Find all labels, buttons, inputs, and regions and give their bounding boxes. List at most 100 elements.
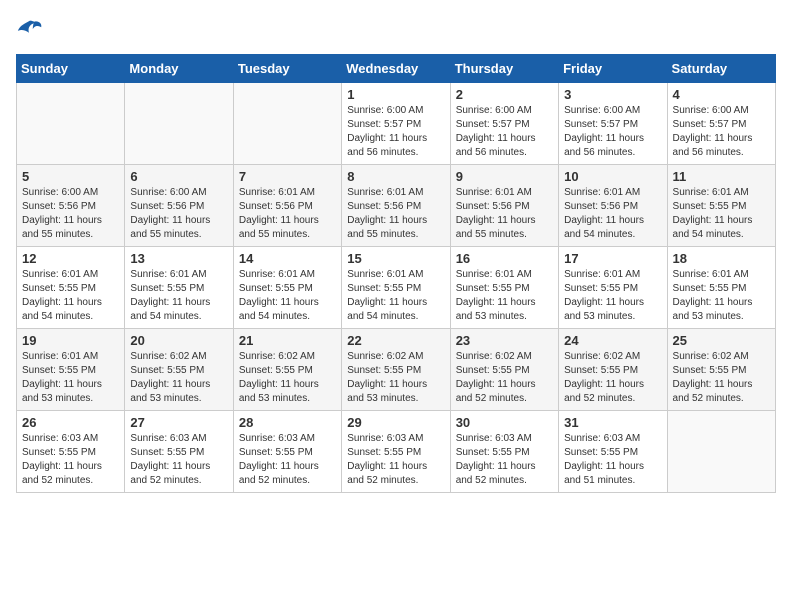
calendar-cell: 19 Sunrise: 6:01 AM Sunset: 5:55 PM Dayli…	[17, 329, 125, 411]
day-info: Sunrise: 6:03 AM Sunset: 5:55 PM Dayligh…	[564, 432, 661, 488]
calendar-cell: 9Sunrise: 6:01 AM Sunset: 5:56 PM Daylig…	[450, 165, 558, 247]
calendar-cell: 27 Sunrise: 6:03 AM Sunset: 5:55 PM Dayli…	[125, 411, 233, 493]
day-info: Sunrise: 6:02 AM Sunset: 5:55 PM Dayligh…	[130, 350, 227, 406]
day-number: 28	[239, 415, 336, 430]
calendar-cell: 28Sunrise: 6:03 AM Sunset: 5:55 PM Dayli…	[233, 411, 341, 493]
weekday-header-row: SundayMondayTuesdayWednesdayThursdayFrid…	[17, 55, 776, 83]
weekday-header-tuesday: Tuesday	[233, 55, 341, 83]
day-number: 29	[347, 415, 444, 430]
day-number: 25	[673, 333, 770, 348]
day-number: 27	[130, 415, 227, 430]
calendar-cell: 17 Sunrise: 6:01 AM Sunset: 5:55 PM Dayli…	[559, 247, 667, 329]
calendar-cell: 6 Sunrise: 6:00 AM Sunset: 5:56 PM Daylig…	[125, 165, 233, 247]
day-info: Sunrise: 6:00 AM Sunset: 5:57 PM Dayligh…	[347, 104, 444, 160]
day-info: Sunrise: 6:03 AM Sunset: 5:55 PM Dayligh…	[130, 432, 227, 488]
day-info: Sunrise: 6:01 AM Sunset: 5:55 PM Dayligh…	[564, 268, 661, 324]
calendar-week-row: 5 Sunrise: 6:00 AM Sunset: 5:56 PM Daylig…	[17, 165, 776, 247]
calendar-cell	[125, 83, 233, 165]
calendar-cell: 12 Sunrise: 6:01 AM Sunset: 5:55 PM Dayli…	[17, 247, 125, 329]
day-number: 17	[564, 251, 661, 266]
day-info: Sunrise: 6:02 AM Sunset: 5:55 PM Dayligh…	[347, 350, 444, 406]
day-info: Sunrise: 6:02 AM Sunset: 5:55 PM Dayligh…	[239, 350, 336, 406]
day-info: Sunrise: 6:03 AM Sunset: 5:55 PM Dayligh…	[347, 432, 444, 488]
page-header	[16, 16, 776, 44]
day-number: 12	[22, 251, 119, 266]
calendar-week-row: 26 Sunrise: 6:03 AM Sunset: 5:55 PM Dayli…	[17, 411, 776, 493]
weekday-header-wednesday: Wednesday	[342, 55, 450, 83]
calendar-cell: 22 Sunrise: 6:02 AM Sunset: 5:55 PM Dayli…	[342, 329, 450, 411]
calendar-cell: 15Sunrise: 6:01 AM Sunset: 5:55 PM Dayli…	[342, 247, 450, 329]
day-info: Sunrise: 6:00 AM Sunset: 5:56 PM Dayligh…	[22, 186, 119, 242]
day-number: 10	[564, 169, 661, 184]
calendar-cell: 24Sunrise: 6:02 AM Sunset: 5:55 PM Dayli…	[559, 329, 667, 411]
calendar-week-row: 12 Sunrise: 6:01 AM Sunset: 5:55 PM Dayli…	[17, 247, 776, 329]
day-number: 14	[239, 251, 336, 266]
day-info: Sunrise: 6:01 AM Sunset: 5:55 PM Dayligh…	[673, 186, 770, 242]
calendar-cell: 31Sunrise: 6:03 AM Sunset: 5:55 PM Dayli…	[559, 411, 667, 493]
day-number: 18	[673, 251, 770, 266]
day-info: Sunrise: 6:00 AM Sunset: 5:57 PM Dayligh…	[564, 104, 661, 160]
calendar-cell	[667, 411, 775, 493]
logo	[16, 16, 48, 44]
day-info: Sunrise: 6:01 AM Sunset: 5:55 PM Dayligh…	[130, 268, 227, 324]
day-number: 7	[239, 169, 336, 184]
day-number: 23	[456, 333, 553, 348]
weekday-header-monday: Monday	[125, 55, 233, 83]
day-number: 4	[673, 87, 770, 102]
weekday-header-saturday: Saturday	[667, 55, 775, 83]
weekday-header-friday: Friday	[559, 55, 667, 83]
calendar-cell: 5 Sunrise: 6:00 AM Sunset: 5:56 PM Daylig…	[17, 165, 125, 247]
day-info: Sunrise: 6:02 AM Sunset: 5:55 PM Dayligh…	[673, 350, 770, 406]
day-number: 19	[22, 333, 119, 348]
day-number: 26	[22, 415, 119, 430]
day-info: Sunrise: 6:01 AM Sunset: 5:56 PM Dayligh…	[239, 186, 336, 242]
day-info: Sunrise: 6:00 AM Sunset: 5:57 PM Dayligh…	[456, 104, 553, 160]
calendar-cell: 26 Sunrise: 6:03 AM Sunset: 5:55 PM Dayli…	[17, 411, 125, 493]
calendar-cell: 30 Sunrise: 6:03 AM Sunset: 5:55 PM Dayli…	[450, 411, 558, 493]
calendar-cell: 18 Sunrise: 6:01 AM Sunset: 5:55 PM Dayli…	[667, 247, 775, 329]
day-number: 15	[347, 251, 444, 266]
day-info: Sunrise: 6:01 AM Sunset: 5:55 PM Dayligh…	[456, 268, 553, 324]
calendar-cell	[233, 83, 341, 165]
calendar-cell: 21 Sunrise: 6:02 AM Sunset: 5:55 PM Dayli…	[233, 329, 341, 411]
day-number: 22	[347, 333, 444, 348]
calendar-cell: 4 Sunrise: 6:00 AM Sunset: 5:57 PM Daylig…	[667, 83, 775, 165]
day-info: Sunrise: 6:03 AM Sunset: 5:55 PM Dayligh…	[22, 432, 119, 488]
day-number: 11	[673, 169, 770, 184]
day-info: Sunrise: 6:01 AM Sunset: 5:55 PM Dayligh…	[22, 350, 119, 406]
day-number: 2	[456, 87, 553, 102]
logo-bird-icon	[16, 16, 44, 44]
calendar-cell: 11 Sunrise: 6:01 AM Sunset: 5:55 PM Dayli…	[667, 165, 775, 247]
day-number: 5	[22, 169, 119, 184]
day-info: Sunrise: 6:03 AM Sunset: 5:55 PM Dayligh…	[456, 432, 553, 488]
calendar-cell: 25 Sunrise: 6:02 AM Sunset: 5:55 PM Dayli…	[667, 329, 775, 411]
day-number: 21	[239, 333, 336, 348]
calendar-cell: 10Sunrise: 6:01 AM Sunset: 5:56 PM Dayli…	[559, 165, 667, 247]
calendar-week-row: 19 Sunrise: 6:01 AM Sunset: 5:55 PM Dayli…	[17, 329, 776, 411]
calendar-cell: 8Sunrise: 6:01 AM Sunset: 5:56 PM Daylig…	[342, 165, 450, 247]
calendar-cell: 1 Sunrise: 6:00 AM Sunset: 5:57 PM Daylig…	[342, 83, 450, 165]
day-number: 8	[347, 169, 444, 184]
calendar-table: SundayMondayTuesdayWednesdayThursdayFrid…	[16, 54, 776, 493]
day-info: Sunrise: 6:02 AM Sunset: 5:55 PM Dayligh…	[564, 350, 661, 406]
calendar-cell: 16 Sunrise: 6:01 AM Sunset: 5:55 PM Dayli…	[450, 247, 558, 329]
day-info: Sunrise: 6:00 AM Sunset: 5:56 PM Dayligh…	[130, 186, 227, 242]
day-info: Sunrise: 6:00 AM Sunset: 5:57 PM Dayligh…	[673, 104, 770, 160]
calendar-cell: 29 Sunrise: 6:03 AM Sunset: 5:55 PM Dayli…	[342, 411, 450, 493]
day-number: 30	[456, 415, 553, 430]
calendar-cell: 3Sunrise: 6:00 AM Sunset: 5:57 PM Daylig…	[559, 83, 667, 165]
day-info: Sunrise: 6:01 AM Sunset: 5:55 PM Dayligh…	[673, 268, 770, 324]
day-info: Sunrise: 6:01 AM Sunset: 5:55 PM Dayligh…	[22, 268, 119, 324]
calendar-cell: 7 Sunrise: 6:01 AM Sunset: 5:56 PM Daylig…	[233, 165, 341, 247]
calendar-cell: 23Sunrise: 6:02 AM Sunset: 5:55 PM Dayli…	[450, 329, 558, 411]
day-number: 1	[347, 87, 444, 102]
day-number: 16	[456, 251, 553, 266]
calendar-week-row: 1 Sunrise: 6:00 AM Sunset: 5:57 PM Daylig…	[17, 83, 776, 165]
day-number: 13	[130, 251, 227, 266]
day-number: 6	[130, 169, 227, 184]
calendar-cell: 20 Sunrise: 6:02 AM Sunset: 5:55 PM Dayli…	[125, 329, 233, 411]
day-info: Sunrise: 6:01 AM Sunset: 5:55 PM Dayligh…	[239, 268, 336, 324]
day-number: 9	[456, 169, 553, 184]
day-number: 20	[130, 333, 227, 348]
calendar-cell: 2 Sunrise: 6:00 AM Sunset: 5:57 PM Daylig…	[450, 83, 558, 165]
